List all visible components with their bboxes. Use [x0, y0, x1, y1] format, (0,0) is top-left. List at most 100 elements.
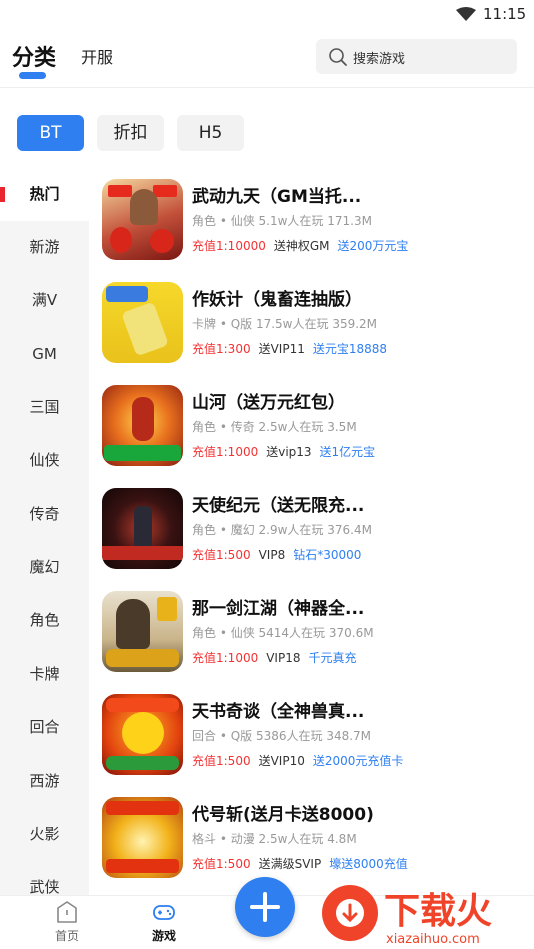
game-list-item[interactable]: 山河（送万元红包） 角色 • 传奇 2.5w人在玩 3.5M 充值1:1000 送… — [89, 374, 534, 477]
game-list-item[interactable]: 作妖计（鬼畜连抽版） 卡牌 • Q版 17.5w人在玩 359.2M 充值1:3… — [89, 271, 534, 374]
sidebar-item-xianxia[interactable]: 仙侠 — [0, 434, 89, 487]
game-tags: 充值1:1000 VIP18 千元真充 — [192, 649, 357, 666]
recharge-ratio: 充值1:10000 — [192, 239, 266, 253]
game-meta: 格斗 • 动漫 2.5w人在玩 4.8M — [192, 832, 357, 846]
sidebar-item-fantasy[interactable]: 魔幻 — [0, 541, 89, 594]
recharge-ratio: 充值1:500 — [192, 857, 251, 871]
game-title: 代号斩(送月卡送8000) — [192, 805, 374, 825]
gift-tag: 壕送8000充值 — [329, 857, 408, 871]
sidebar-item-card[interactable]: 卡牌 — [0, 648, 89, 701]
game-meta: 角色 • 仙侠 5.1w人在玩 171.3M — [192, 214, 372, 228]
game-tags: 充值1:500 送满级SVIP 壕送8000充值 — [192, 855, 408, 872]
sidebar-item-label: 传奇 — [29, 505, 60, 523]
add-button[interactable] — [235, 877, 295, 937]
game-tags: 充值1:10000 送神权GM 送200万元宝 — [192, 237, 408, 254]
game-icon — [102, 385, 183, 466]
gift-tag: 千元真充 — [308, 651, 357, 665]
bonus-tag: VIP8 — [258, 548, 286, 562]
wifi-icon — [456, 7, 476, 21]
bonus-tag: 送VIP10 — [258, 754, 305, 768]
category-h5-button[interactable]: H5 — [177, 115, 244, 151]
sidebar-item-naruto[interactable]: 火影 — [0, 808, 89, 861]
category-discount-button[interactable]: 折扣 — [97, 115, 164, 151]
search-icon — [329, 48, 347, 66]
nav-games-label: 游戏 — [151, 929, 176, 943]
bonus-tag: 送神权GM — [273, 239, 330, 253]
sidebar-item-label: 新游 — [29, 238, 60, 256]
gift-tag: 送200万元宝 — [337, 239, 409, 253]
gamepad-icon — [153, 905, 175, 920]
sidebar-item-new[interactable]: 新游 — [0, 221, 89, 274]
sidebar-item-label: 热门 — [29, 185, 60, 203]
sidebar-item-full-vip[interactable]: 满V — [0, 274, 89, 327]
sidebar-item-label: 卡牌 — [29, 665, 60, 683]
recharge-ratio: 充值1:500 — [192, 754, 251, 768]
sidebar-item-rpg[interactable]: 角色 — [0, 594, 89, 647]
watermark-text: 下载火 — [384, 891, 492, 932]
game-icon — [102, 179, 183, 260]
game-title: 天使纪元（送无限充... — [192, 496, 365, 516]
game-list: 武动九天（GM当托... 角色 • 仙侠 5.1w人在玩 171.3M 充值1:… — [89, 168, 534, 895]
nav-home-label: 首页 — [54, 929, 79, 943]
game-tags: 充值1:500 送VIP10 送2000元充值卡 — [192, 752, 403, 769]
tab-category[interactable]: 分类 — [12, 40, 56, 72]
game-icon — [102, 694, 183, 775]
game-title: 天书奇谈（全神兽真... — [192, 702, 365, 722]
game-icon — [102, 591, 183, 672]
sidebar-item-label: 满V — [31, 291, 58, 309]
recharge-ratio: 充值1:1000 — [192, 445, 259, 459]
genre-sidebar: 热门 新游 满V GM 三国 仙侠 传奇 魔幻 角色 卡牌 回合 西游 火影 武… — [0, 168, 89, 895]
game-list-item[interactable]: 那一剑江湖（神器全... 角色 • 仙侠 5414人在玩 370.6M 充值1:… — [89, 580, 534, 683]
sidebar-item-gm[interactable]: GM — [0, 328, 89, 381]
game-list-item[interactable]: 武动九天（GM当托... 角色 • 仙侠 5.1w人在玩 171.3M 充值1:… — [89, 168, 534, 271]
sidebar-item-journey-west[interactable]: 西游 — [0, 755, 89, 808]
category-bt-button[interactable]: BT — [17, 115, 84, 151]
nav-home[interactable]: 首页 — [42, 900, 92, 944]
sidebar-item-label: 角色 — [29, 611, 60, 629]
status-bar: 11:15 — [0, 0, 534, 30]
nav-games[interactable]: 游戏 — [139, 900, 189, 944]
game-icon — [102, 488, 183, 569]
game-tags: 充值1:1000 送vip13 送1亿元宝 — [192, 443, 375, 460]
active-tab-indicator — [19, 72, 46, 79]
gift-tag: 送1亿元宝 — [319, 445, 376, 459]
game-title: 山河（送万元红包） — [192, 393, 345, 413]
sidebar-item-legend[interactable]: 传奇 — [0, 488, 89, 541]
game-meta: 角色 • 仙侠 5414人在玩 370.6M — [192, 626, 374, 640]
search-bar[interactable]: 搜索游戏 — [316, 39, 517, 74]
game-meta: 角色 • 魔幻 2.9w人在玩 376.4M — [192, 523, 372, 537]
clock: 11:15 — [483, 5, 527, 23]
sidebar-item-label: 西游 — [29, 772, 60, 790]
game-list-item[interactable]: 代号斩(送月卡送8000) 格斗 • 动漫 2.5w人在玩 4.8M 充值1:5… — [89, 786, 534, 889]
sidebar-item-label: GM — [32, 345, 57, 363]
bonus-tag: VIP18 — [266, 651, 301, 665]
game-icon — [102, 282, 183, 363]
game-title: 作妖计（鬼畜连抽版） — [192, 290, 362, 310]
sidebar-item-label: 仙侠 — [29, 451, 60, 469]
tab-server-open[interactable]: 开服 — [81, 44, 113, 68]
xiazaihuo-watermark: 下载火 xiazaihuo.com — [322, 885, 492, 947]
game-list-item[interactable]: 天使纪元（送无限充... 角色 • 魔幻 2.9w人在玩 376.4M 充值1:… — [89, 477, 534, 580]
sidebar-item-wuxia[interactable]: 武侠 — [0, 861, 89, 895]
sidebar-item-label: 三国 — [29, 398, 60, 416]
game-icon — [102, 797, 183, 878]
bonus-tag: 送满级SVIP — [258, 857, 322, 871]
gift-tag: 送2000元充值卡 — [312, 754, 404, 768]
sidebar-item-label: 回合 — [29, 718, 60, 736]
sidebar-item-label: 火影 — [29, 825, 60, 843]
game-meta: 角色 • 传奇 2.5w人在玩 3.5M — [192, 420, 357, 434]
bonus-tag: 送vip13 — [266, 445, 312, 459]
game-meta: 回合 • Q版 5386人在玩 348.7M — [192, 729, 372, 743]
sidebar-item-label: 武侠 — [29, 878, 60, 895]
sidebar-item-three-kingdoms[interactable]: 三国 — [0, 381, 89, 434]
sidebar-item-turn-based[interactable]: 回合 — [0, 701, 89, 754]
sidebar-item-label: 魔幻 — [29, 558, 60, 576]
game-title: 武动九天（GM当托... — [192, 187, 362, 207]
sidebar-item-hot[interactable]: 热门 — [0, 168, 89, 221]
game-list-item[interactable]: 天书奇谈（全神兽真... 回合 • Q版 5386人在玩 348.7M 充值1:… — [89, 683, 534, 786]
gift-tag: 钻石*30000 — [293, 548, 362, 562]
game-title: 那一剑江湖（神器全... — [192, 599, 365, 619]
game-tags: 充值1:300 送VIP11 送元宝18888 — [192, 340, 387, 357]
search-placeholder: 搜索游戏 — [353, 52, 406, 67]
recharge-ratio: 充值1:500 — [192, 548, 251, 562]
